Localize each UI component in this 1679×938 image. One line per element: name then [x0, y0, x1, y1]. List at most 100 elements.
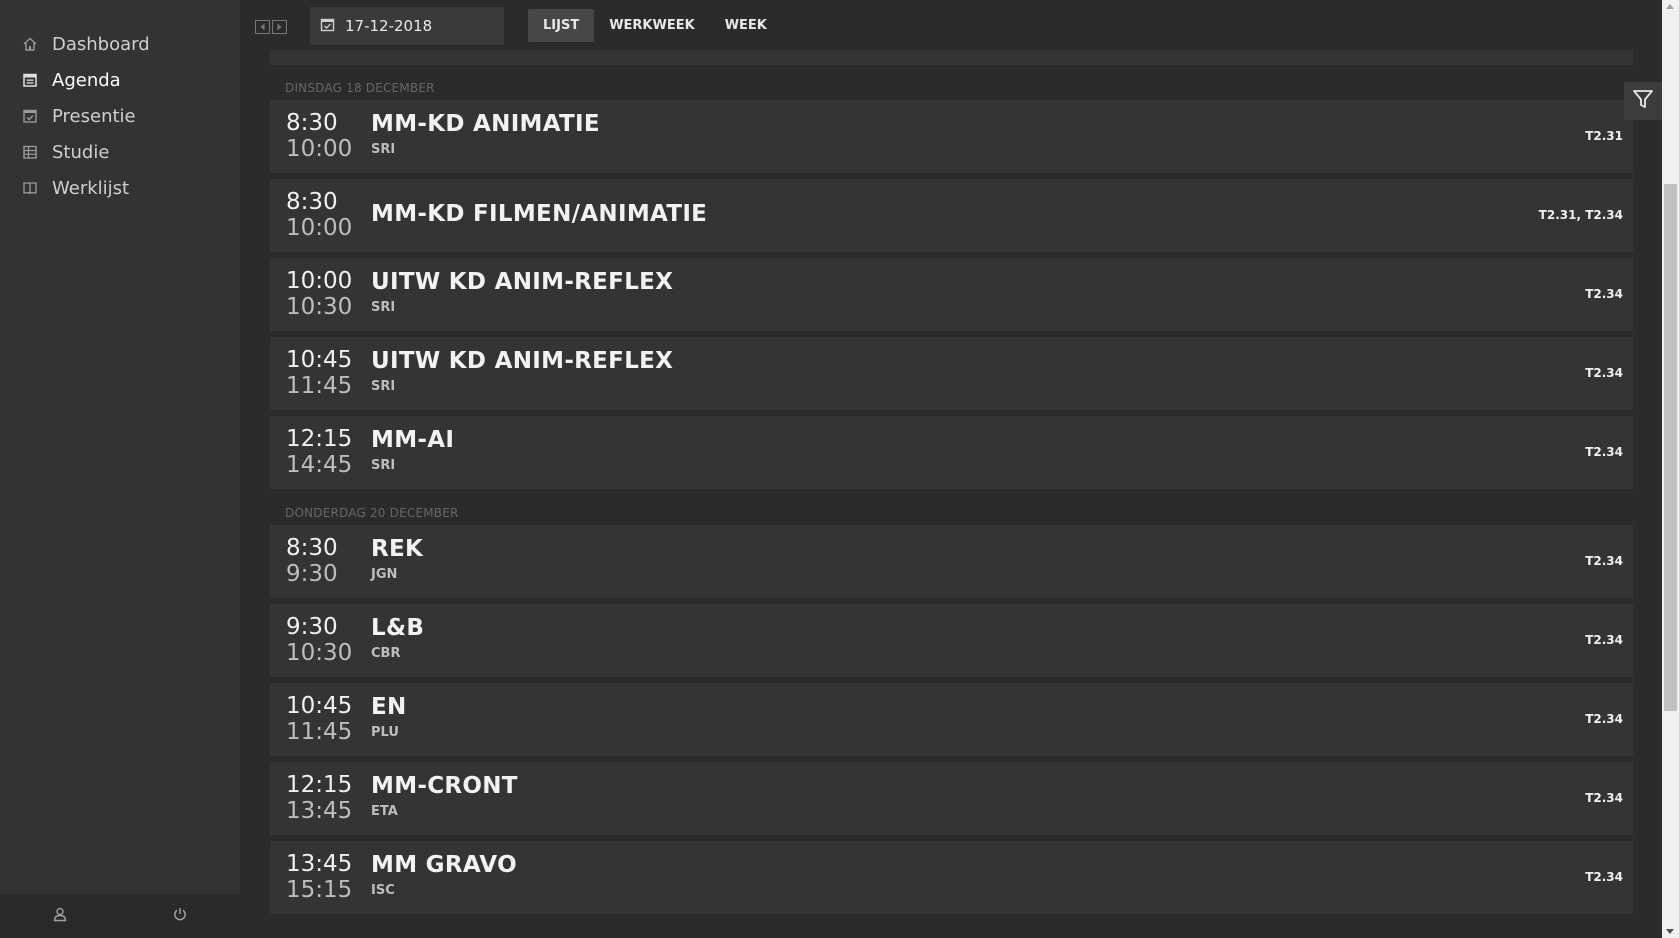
scroll-up-arrow-icon[interactable]	[1666, 4, 1674, 9]
sidebar-item-werklijst[interactable]: Werklijst	[0, 170, 240, 206]
event-end-time: 10:30	[286, 294, 353, 320]
agenda-event[interactable]: 8:30 10:00 MM-KD FILMEN/ANIMATIE T2.31, …	[270, 179, 1633, 252]
event-start-time: 10:45	[286, 347, 353, 373]
event-room: T2.34	[1585, 791, 1623, 805]
event-start-time: 12:15	[286, 426, 353, 452]
event-room: T2.34	[1585, 287, 1623, 301]
event-end-time: 9:30	[286, 561, 338, 587]
event-end-time: 11:45	[286, 373, 353, 399]
home-icon	[22, 36, 38, 52]
agenda-event[interactable]: 12:15 13:45 MM-CRONT ETA T2.34	[270, 762, 1633, 835]
expand-right-icon	[272, 19, 287, 38]
event-teacher: PLU	[371, 725, 399, 740]
calendar-check-icon	[320, 17, 335, 36]
view-tabs: LIJST WERKWEEK WEEK	[528, 9, 782, 42]
day-header: DONDERDAG 20 DECEMBER	[285, 506, 459, 520]
event-room: T2.34	[1585, 712, 1623, 726]
event-start-time: 13:45	[286, 851, 353, 877]
event-title: MM-KD FILMEN/ANIMATIE	[371, 201, 708, 227]
event-teacher: CBR	[371, 646, 401, 661]
sidebar-item-agenda[interactable]: Agenda	[0, 62, 240, 98]
sidebar-item-studie[interactable]: Studie	[0, 134, 240, 170]
event-room: T2.34	[1585, 633, 1623, 647]
event-end-time: 10:30	[286, 640, 353, 666]
app-window: Dashboard Agenda Presentie Studie Werkli…	[0, 0, 1679, 938]
event-start-time: 8:30	[286, 535, 338, 561]
event-end-time: 10:00	[286, 136, 353, 162]
agenda-event[interactable]: 8:30 10:00 MM-KD ANIMATIE SRI T2.31	[270, 100, 1633, 173]
agenda-event[interactable]: 13:45 15:15 MM GRAVO ISC T2.34	[270, 841, 1633, 914]
event-start-time: 9:30	[286, 614, 338, 640]
sidebar-item-label: Dashboard	[52, 33, 150, 55]
toolbar: 17-12-2018 LIJST WERKWEEK WEEK	[240, 0, 1662, 50]
event-teacher: SRI	[371, 379, 396, 394]
sidebar-item-label: Werklijst	[52, 177, 130, 199]
scrollbar-thumb[interactable]	[1664, 184, 1677, 711]
user-button[interactable]	[0, 894, 120, 938]
user-icon	[52, 906, 68, 926]
date-picker[interactable]: 17-12-2018	[310, 7, 504, 45]
sidebar-item-dashboard[interactable]: Dashboard	[0, 26, 240, 62]
collapse-left-icon	[255, 19, 270, 38]
event-start-time: 10:00	[286, 268, 353, 294]
agenda-event[interactable]: 8:30 9:30 REK JGN T2.34	[270, 525, 1633, 598]
event-title: MM-KD ANIMATIE	[371, 111, 600, 137]
sidebar-item-presentie[interactable]: Presentie	[0, 98, 240, 134]
previous-event-edge	[270, 50, 1633, 65]
sidebar-item-label: Agenda	[52, 69, 121, 91]
event-room: T2.31	[1585, 129, 1623, 143]
book-icon	[22, 180, 38, 196]
agenda-event[interactable]: 9:30 10:30 L&B CBR T2.34	[270, 604, 1633, 677]
event-title: UITW KD ANIM-REFLEX	[371, 269, 674, 295]
event-title: MM GRAVO	[371, 852, 517, 878]
filter-icon	[1632, 88, 1654, 114]
date-value: 17-12-2018	[345, 17, 433, 35]
event-title: EN	[371, 694, 407, 720]
event-teacher: ISC	[371, 883, 395, 898]
tab-lijst[interactable]: LIJST	[528, 9, 595, 42]
event-end-time: 15:15	[286, 877, 353, 903]
event-title: REK	[371, 536, 424, 562]
agenda-event[interactable]: 12:15 14:45 MM-AI SRI T2.34	[270, 416, 1633, 489]
event-start-time: 8:30	[286, 110, 338, 136]
event-teacher: SRI	[371, 300, 396, 315]
sidebar-nav: Dashboard Agenda Presentie Studie Werkli…	[0, 26, 240, 206]
tab-werkweek[interactable]: WERKWEEK	[594, 9, 709, 42]
power-icon	[172, 906, 188, 926]
event-start-time: 12:15	[286, 772, 353, 798]
vertical-scrollbar[interactable]	[1662, 0, 1679, 938]
agenda-event[interactable]: 10:00 10:30 UITW KD ANIM-REFLEX SRI T2.3…	[270, 258, 1633, 331]
event-teacher: SRI	[371, 142, 396, 157]
event-title: L&B	[371, 615, 425, 641]
agenda-event[interactable]: 10:45 11:45 EN PLU T2.34	[270, 683, 1633, 756]
event-teacher: JGN	[371, 567, 398, 582]
event-title: MM-CRONT	[371, 773, 518, 799]
event-teacher: SRI	[371, 458, 396, 473]
event-end-time: 14:45	[286, 452, 353, 478]
event-teacher: ETA	[371, 804, 398, 819]
logout-button[interactable]	[120, 894, 240, 938]
filter-button[interactable]	[1624, 82, 1662, 120]
event-room: T2.34	[1585, 870, 1623, 884]
agenda-event[interactable]: 10:45 11:45 UITW KD ANIM-REFLEX SRI T2.3…	[270, 337, 1633, 410]
calendar-icon	[22, 72, 38, 88]
scroll-down-arrow-icon[interactable]	[1666, 929, 1674, 934]
sidebar-item-label: Presentie	[52, 105, 136, 127]
event-title: UITW KD ANIM-REFLEX	[371, 348, 674, 374]
grid-icon	[22, 144, 38, 160]
event-room: T2.34	[1585, 554, 1623, 568]
tab-week[interactable]: WEEK	[710, 9, 782, 42]
event-end-time: 13:45	[286, 798, 353, 824]
sidebar-toggle-button[interactable]	[255, 19, 287, 38]
agenda-list: DINSDAG 18 DECEMBER 8:30 10:00 MM-KD ANI…	[240, 50, 1662, 938]
event-title: MM-AI	[371, 427, 455, 453]
day-header: DINSDAG 18 DECEMBER	[285, 81, 435, 95]
event-end-time: 10:00	[286, 215, 353, 241]
checkbox-icon	[22, 108, 38, 124]
sidebar: Dashboard Agenda Presentie Studie Werkli…	[0, 0, 240, 938]
event-room: T2.34	[1585, 366, 1623, 380]
sidebar-footer	[0, 894, 240, 938]
event-room: T2.31, T2.34	[1538, 208, 1623, 222]
sidebar-item-label: Studie	[52, 141, 110, 163]
event-start-time: 10:45	[286, 693, 353, 719]
